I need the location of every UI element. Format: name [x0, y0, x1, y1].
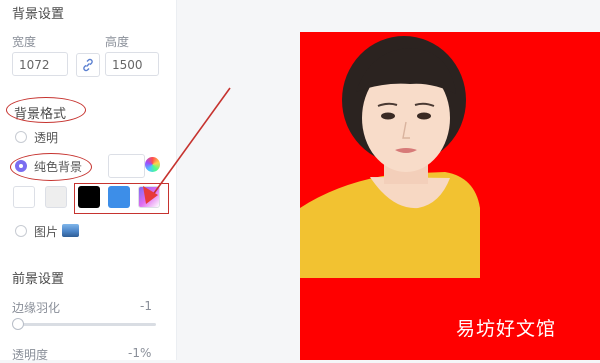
photo-preview: [300, 32, 600, 360]
watermark-text: 易坊好文馆: [456, 318, 557, 340]
arrow-head-icon: [143, 186, 158, 204]
portrait-image: [300, 36, 480, 278]
